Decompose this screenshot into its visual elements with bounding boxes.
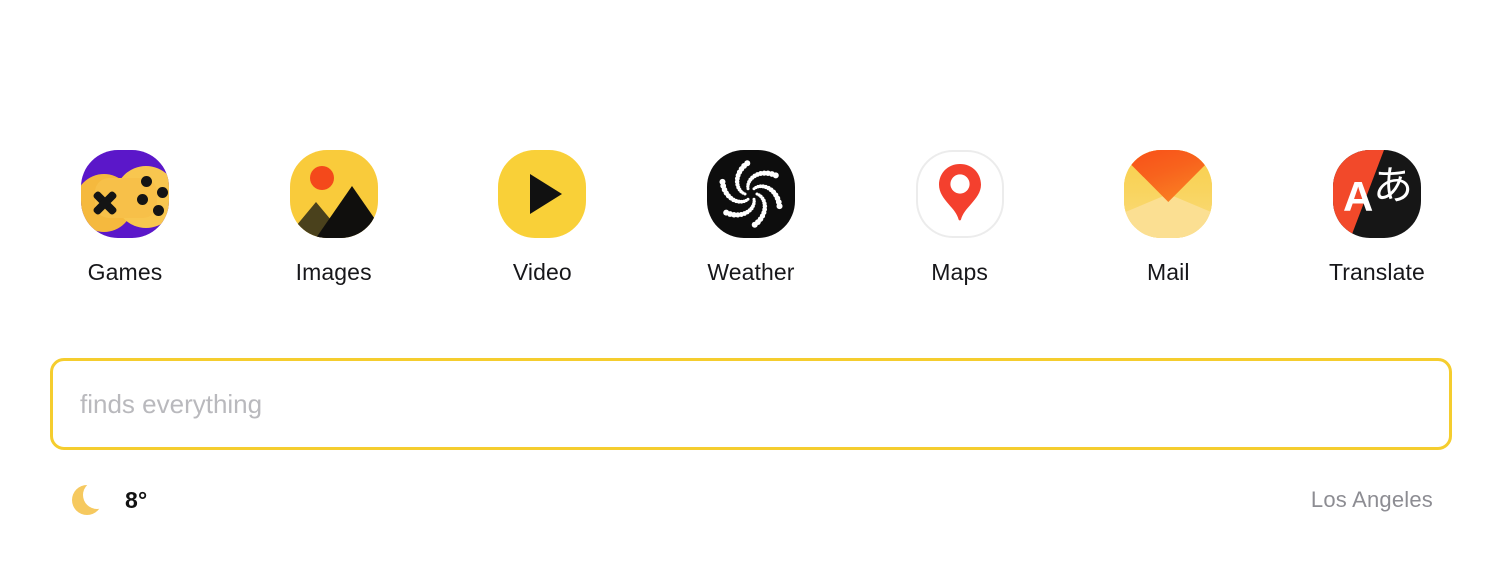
shortcut-weather[interactable]: Weather: [676, 150, 826, 285]
swirl-dots: [719, 160, 783, 228]
shortcut-video[interactable]: Video: [467, 150, 617, 285]
mail-envelope-icon[interactable]: [1124, 150, 1213, 238]
translate-latin-glyph: A: [1342, 173, 1374, 220]
images-icon[interactable]: [289, 150, 378, 238]
shortcut-label-video: Video: [512, 259, 572, 285]
translate-japanese-glyph: あ: [1372, 163, 1413, 209]
weather-status[interactable]: 8°: [50, 481, 148, 515]
shortcut-label-mail: Mail: [1146, 259, 1190, 285]
app-shortcuts-row: Games Images Video Weather Maps Mail A あ…: [50, 150, 1452, 285]
games-icon[interactable]: [81, 150, 169, 238]
video-play-icon[interactable]: [498, 150, 587, 238]
shortcut-label-weather: Weather: [707, 259, 795, 285]
weather-swirl-icon[interactable]: [706, 150, 795, 238]
shortcut-label-images: Images: [295, 259, 372, 285]
location-label[interactable]: Los Angeles: [1311, 487, 1433, 513]
search-input[interactable]: [78, 387, 1402, 421]
home-screen: Games Images Video Weather Maps Mail A あ…: [0, 0, 1499, 574]
crescent-moon-icon: [72, 481, 111, 515]
temperature-value: 8°: [125, 486, 148, 513]
shortcut-mail[interactable]: Mail: [1093, 150, 1243, 285]
translate-icon[interactable]: A あ: [1332, 150, 1421, 238]
shortcut-games[interactable]: Games: [50, 150, 200, 285]
search-bar[interactable]: [50, 358, 1452, 450]
shortcut-label-maps: Maps: [931, 259, 988, 285]
map-pin-icon[interactable]: [915, 150, 1004, 238]
shortcut-maps[interactable]: Maps: [885, 150, 1035, 285]
shortcut-label-translate: Translate: [1328, 259, 1425, 285]
shortcut-images[interactable]: Images: [259, 150, 409, 285]
shortcut-translate[interactable]: A あ Translate: [1302, 150, 1452, 285]
pin-glyph: [938, 164, 981, 221]
status-bar: 8° Los Angeles: [50, 478, 1452, 522]
shortcut-label-games: Games: [87, 259, 163, 285]
